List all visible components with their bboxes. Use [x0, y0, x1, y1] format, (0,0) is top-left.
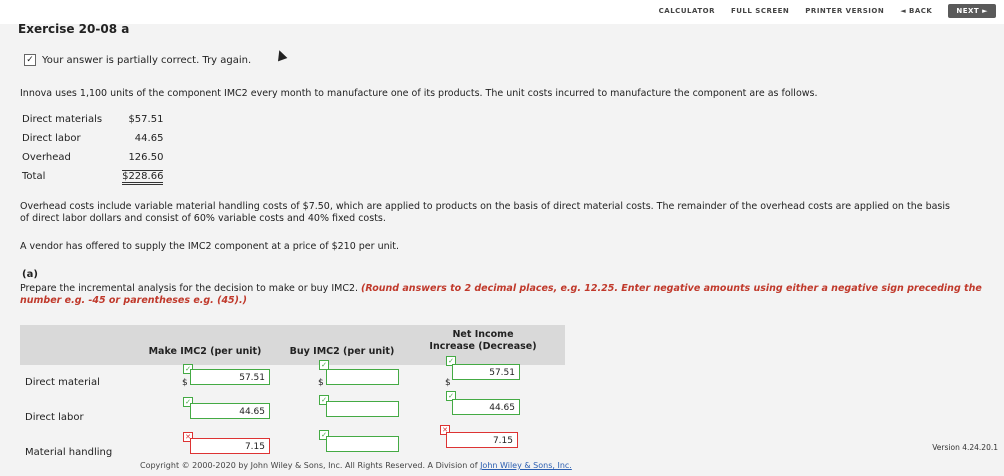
row-label-material-handling: Material handling — [25, 447, 113, 458]
printer-version-button[interactable]: PRINTER VERSION — [805, 7, 884, 15]
header-net-line2: Increase (Decrease) — [429, 341, 537, 352]
partial-message: Your answer is partially correct. Try ag… — [42, 54, 252, 66]
cost-label: Total — [22, 171, 46, 182]
row-label-direct-material: Direct material — [25, 377, 100, 388]
mouse-cursor-icon — [274, 48, 288, 62]
next-button[interactable]: NEXT ► — [948, 4, 996, 18]
make-material-handling-input[interactable]: 7.15 — [190, 438, 270, 454]
partial-correct-banner: ✓ Your answer is partially correct. Try … — [24, 54, 251, 66]
cost-row: Direct materials $57.51 — [22, 110, 163, 129]
cost-amount: 126.50 — [128, 152, 164, 163]
part-label: (a) — [22, 269, 38, 280]
dollar-sign: $ — [445, 378, 451, 388]
cost-amount: $57.51 — [128, 114, 164, 125]
full-screen-button[interactable]: FULL SCREEN — [731, 7, 789, 15]
cost-label: Direct labor — [22, 133, 81, 144]
header-buy: Buy IMC2 (per unit) — [289, 346, 395, 357]
buy-material-handling-input[interactable] — [326, 436, 399, 452]
cost-label: Direct materials — [22, 114, 103, 125]
make-direct-material-input[interactable]: 57.51 — [190, 369, 270, 385]
header-net-line1: Net Income — [452, 329, 514, 340]
cost-label: Overhead — [22, 152, 71, 163]
back-button[interactable]: ◄ BACK — [900, 7, 932, 15]
version-label: Version 4.24.20.1 — [932, 443, 998, 452]
cost-row: Direct labor 44.65 — [22, 129, 163, 148]
pencil-icon: ✓ — [24, 54, 36, 66]
footer-text: Copyright © 2000-2020 by John Wiley & So… — [140, 461, 481, 470]
vendor-note: A vendor has offered to supply the IMC2 … — [20, 241, 399, 252]
intro-text: Innova uses 1,100 units of the component… — [20, 88, 818, 99]
buy-direct-material-input[interactable] — [326, 369, 399, 385]
buy-direct-labor-input[interactable] — [326, 401, 399, 417]
cost-amount: 44.65 — [134, 133, 164, 144]
cost-row-total: Total $228.66 — [22, 167, 164, 186]
net-material-handling-input[interactable]: 7.15 — [446, 432, 518, 448]
instructions: Prepare the incremental analysis for the… — [20, 283, 990, 307]
make-direct-labor-input[interactable]: 44.65 — [190, 403, 270, 419]
header-make: Make IMC2 (per unit) — [148, 346, 262, 357]
net-direct-material-input[interactable]: 57.51 — [452, 364, 520, 380]
overhead-note-line1: Overhead costs include variable material… — [20, 201, 950, 212]
toolbar: CALCULATOR FULL SCREEN PRINTER VERSION ◄… — [659, 4, 996, 18]
net-direct-labor-input[interactable]: 44.65 — [452, 399, 520, 415]
unit-costs-table: Direct materials $57.51 Direct labor 44.65… — [22, 110, 164, 186]
footer-link[interactable]: John Wiley & Sons, Inc. — [480, 461, 572, 470]
dollar-sign: $ — [318, 378, 324, 388]
overhead-note: Overhead costs include variable material… — [20, 201, 950, 225]
overhead-note-line2: of direct labor dollars and consist of 6… — [20, 213, 386, 224]
dollar-sign: $ — [182, 378, 188, 388]
footer: Copyright © 2000-2020 by John Wiley & So… — [140, 461, 572, 470]
cost-row: Overhead 126.50 — [22, 148, 163, 167]
exercise-title: Exercise 20-08 a — [18, 22, 130, 36]
cost-total-amount: $228.66 — [122, 170, 164, 185]
instructions-text: Prepare the incremental analysis for the… — [20, 283, 362, 294]
row-label-direct-labor: Direct labor — [25, 412, 84, 423]
calculator-button[interactable]: CALCULATOR — [659, 7, 715, 15]
